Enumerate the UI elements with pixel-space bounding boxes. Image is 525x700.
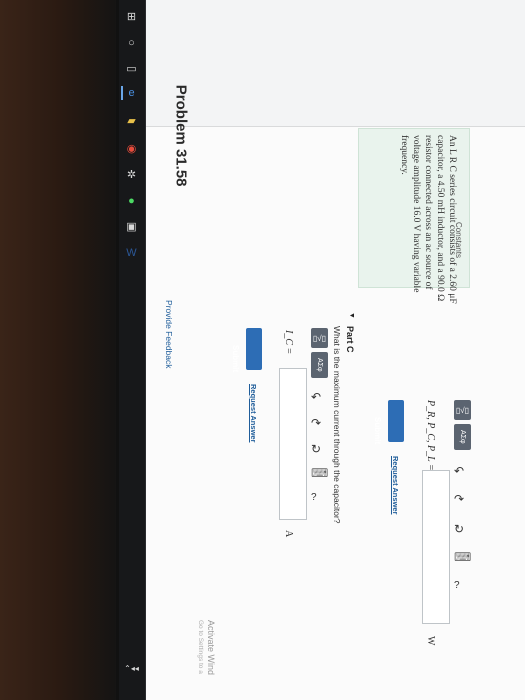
part-c-title[interactable]: Part C [345, 326, 355, 353]
greek-symbols-button[interactable]: ΑΣφ [454, 424, 471, 450]
constants-line-2: capacitor, a 4.50 mH inductor, and a 90.… [435, 135, 445, 302]
browser-page: Problem 31.58 Constants An L R C series … [146, 0, 525, 700]
formula-toolbar-c: ▯√▯ ΑΣφ ↶ ↷ ↻ ⌨ ? [309, 328, 331, 528]
undo-icon[interactable]: ↶ [454, 464, 464, 478]
system-tray-icon: ⌃◂◂ [124, 664, 139, 673]
part-b-request-answer-link[interactable]: Request Answer [391, 456, 400, 515]
template-button[interactable]: ▯√▯ [454, 400, 471, 420]
page-title: Problem 31.58 [172, 84, 190, 187]
redo-icon[interactable]: ↷ [454, 492, 464, 506]
part-b-submit-button[interactable]: Submit [373, 400, 404, 444]
part-c-question: What is the maximum current through the … [332, 326, 342, 524]
part-c-label: I_C = [283, 330, 294, 355]
part-b-answer-input[interactable] [422, 470, 450, 624]
undo-icon[interactable]: ↶ [311, 390, 321, 404]
help-icon[interactable]: ? [311, 492, 317, 503]
word-icon[interactable]: W [123, 244, 140, 261]
constants-line-3: resistor connected across an ac source o… [423, 135, 433, 290]
folder-icon[interactable]: ▰ [123, 112, 140, 129]
greek-symbols-button[interactable]: ΑΣφ [311, 352, 328, 378]
constants-line-1: An L R C series circuit consists of a 2.… [447, 135, 457, 304]
constants-panel: Constants An L R C series circuit consis… [358, 128, 470, 304]
part-c-answer-input[interactable] [279, 368, 307, 520]
chrome-icon[interactable]: ◉ [123, 140, 140, 157]
part-b-unit: W [425, 636, 436, 646]
reset-icon[interactable]: ↻ [454, 522, 464, 536]
search-icon[interactable]: ○ [123, 34, 140, 51]
keyboard-icon[interactable]: ⌨ [311, 466, 328, 480]
formula-toolbar-b: ▯√▯ ΑΣφ ↶ ↷ ↻ ⌨ ? [452, 400, 474, 640]
part-c-request-answer-link[interactable]: Request Answer [249, 384, 258, 443]
part-b-submit-label: Submit [373, 416, 383, 444]
activate-windows-watermark: Activate Wind [206, 620, 216, 676]
keyboard-icon[interactable]: ⌨ [454, 550, 471, 564]
store-icon[interactable]: ▣ [123, 218, 140, 235]
template-button[interactable]: ▯√▯ [311, 328, 328, 348]
windows-start-icon[interactable]: ⊞ [123, 8, 140, 25]
part-c-submit-button[interactable]: Submit [231, 328, 262, 372]
provide-feedback-link[interactable]: Provide Feedback [164, 300, 174, 369]
task-view-icon[interactable]: ▭ [123, 60, 140, 77]
part-b-label: P_R, P_C, P_L = [425, 400, 436, 471]
activate-windows-subtext: Go to Settings to a [197, 620, 204, 674]
help-icon[interactable]: ? [454, 580, 460, 591]
part-c-submit-label: Submit [231, 344, 241, 372]
reset-icon[interactable]: ↻ [311, 442, 321, 456]
problem-header: Problem 31.58 [146, 0, 525, 187]
part-c-unit: A [283, 530, 294, 538]
app-icon[interactable]: ● [123, 192, 140, 209]
edge-icon[interactable]: e [123, 84, 140, 101]
settings-icon[interactable]: ✲ [123, 166, 140, 183]
redo-icon[interactable]: ↷ [311, 416, 321, 430]
taskbar: ⊞ ○ ▭ e ▰ ◉ ✲ ● ▣ W ⌃◂◂ [119, 0, 146, 700]
part-c-toggle-icon[interactable]: ▼ [348, 312, 355, 319]
constants-line-4: voltage amplitude 16.0 V having variable [411, 135, 421, 293]
photo-background: ⊞ ○ ▭ e ▰ ◉ ✲ ● ▣ W ⌃◂◂ Problem 31.58 Co… [0, 0, 525, 700]
constants-line-5: frequency. [399, 135, 409, 175]
